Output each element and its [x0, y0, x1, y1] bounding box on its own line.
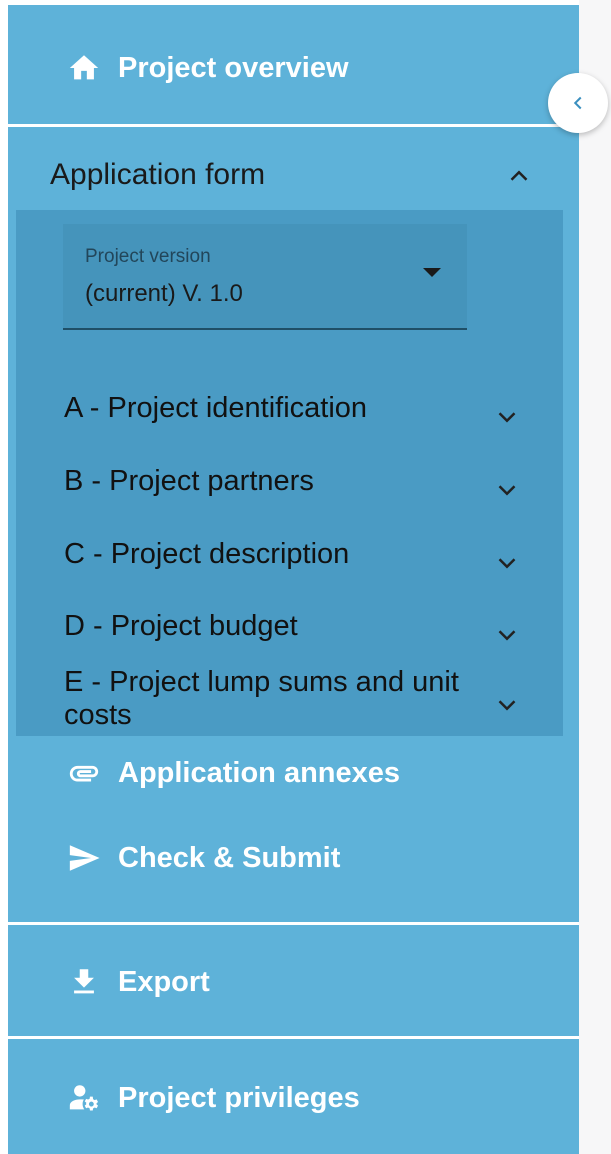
user-settings-icon — [64, 1078, 104, 1118]
project-sidebar: Project overview Application form Projec… — [8, 5, 579, 1154]
nav-application-annexes[interactable]: Application annexes — [8, 750, 579, 796]
nav-check-submit-label: Check & Submit — [118, 841, 341, 874]
project-version-select[interactable]: Project version (current) V. 1.0 — [63, 224, 467, 330]
nav-project-privileges-label: Project privileges — [118, 1081, 360, 1114]
section-b-label: B - Project partners — [64, 465, 314, 497]
section-a-label: A - Project identification — [64, 392, 368, 424]
section-d-label: D - Project budget — [64, 610, 298, 642]
paperclip-icon — [64, 753, 104, 793]
section-a-project-identification[interactable]: A - Project identification — [16, 380, 563, 440]
dropdown-arrow-icon — [423, 268, 441, 277]
download-icon — [64, 962, 104, 1002]
section-d-project-budget[interactable]: D - Project budget — [16, 598, 563, 658]
nav-project-overview[interactable]: Project overview — [8, 45, 579, 91]
nav-project-overview-label: Project overview — [118, 51, 349, 84]
nav-export-label: Export — [118, 965, 210, 998]
chevron-down-icon — [498, 485, 516, 496]
chevron-down-icon — [498, 700, 516, 711]
send-icon — [64, 838, 104, 878]
section-c-label: C - Project description — [64, 538, 350, 570]
section-c-project-description[interactable]: C - Project description — [16, 526, 563, 586]
section-b-project-partners[interactable]: B - Project partners — [16, 453, 563, 513]
application-form-panel: Project version (current) V. 1.0 A - Pro… — [16, 210, 563, 736]
divider — [8, 124, 579, 127]
divider — [8, 922, 579, 925]
nav-export[interactable]: Export — [8, 959, 579, 1005]
project-version-caption: Project version — [85, 246, 211, 267]
home-icon — [64, 48, 104, 88]
divider — [8, 1036, 579, 1039]
collapse-sidebar-button[interactable] — [548, 73, 608, 133]
section-e-label: E - Project lump sums and unit costs — [64, 666, 459, 731]
nav-application-annexes-label: Application annexes — [118, 756, 401, 789]
main-content-edge — [579, 0, 611, 1154]
chevron-left-icon — [573, 96, 582, 110]
project-version-value: (current) V. 1.0 — [85, 280, 243, 307]
nav-check-submit[interactable]: Check & Submit — [8, 835, 579, 881]
chevron-up-icon — [510, 170, 528, 181]
application-form-toggle[interactable]: Application form — [8, 145, 579, 205]
nav-project-privileges[interactable]: Project privileges — [8, 1075, 579, 1121]
section-e-lump-sums-unit-costs[interactable]: E - Project lump sums and unit costs — [16, 662, 563, 736]
chevron-down-icon — [498, 630, 516, 641]
chevron-down-icon — [498, 558, 516, 569]
chevron-down-icon — [498, 412, 516, 423]
application-form-label: Application form — [50, 158, 266, 191]
